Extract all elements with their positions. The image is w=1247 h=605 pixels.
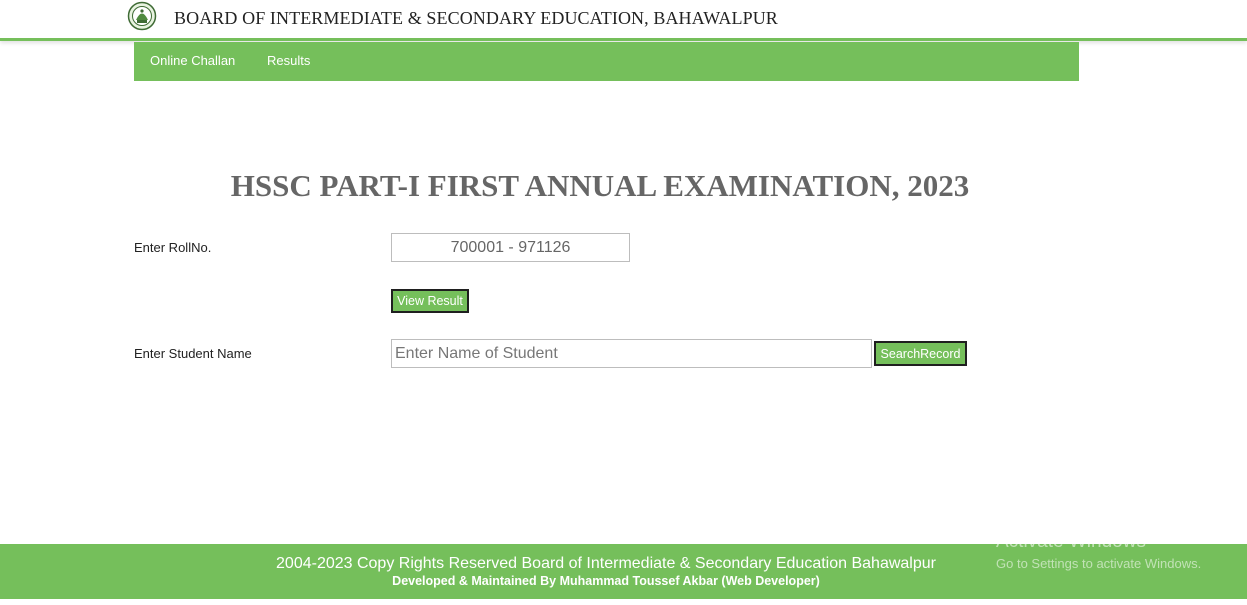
- nav-results[interactable]: Results: [267, 53, 310, 68]
- view-result-button[interactable]: View Result: [391, 289, 469, 313]
- board-title: BOARD OF INTERMEDIATE & SECONDARY EDUCAT…: [174, 8, 778, 28]
- exam-title: HSSC PART-I FIRST ANNUAL EXAMINATION, 20…: [230, 168, 970, 203]
- main-nav: Online Challan Results: [134, 42, 1079, 81]
- roll-number-input[interactable]: [391, 233, 630, 262]
- watermark-subtitle: Go to Settings to activate Windows.: [996, 556, 1202, 571]
- student-name-input[interactable]: [391, 339, 872, 368]
- board-seal-icon: [127, 1, 157, 31]
- search-record-button[interactable]: SearchRecord: [874, 341, 967, 366]
- activate-windows-watermark: Activate Windows Go to Settings to activ…: [996, 531, 1201, 571]
- watermark-title: Activate Windows: [996, 531, 1146, 552]
- student-name-label: Enter Student Name: [134, 346, 252, 361]
- footer-developer-credit: Developed & Maintained By Muhammad Touss…: [392, 574, 820, 588]
- nav-online-challan[interactable]: Online Challan: [150, 53, 235, 68]
- roll-number-label: Enter RollNo.: [134, 240, 212, 255]
- top-header: BOARD OF INTERMEDIATE & SECONDARY EDUCAT…: [0, 0, 1247, 41]
